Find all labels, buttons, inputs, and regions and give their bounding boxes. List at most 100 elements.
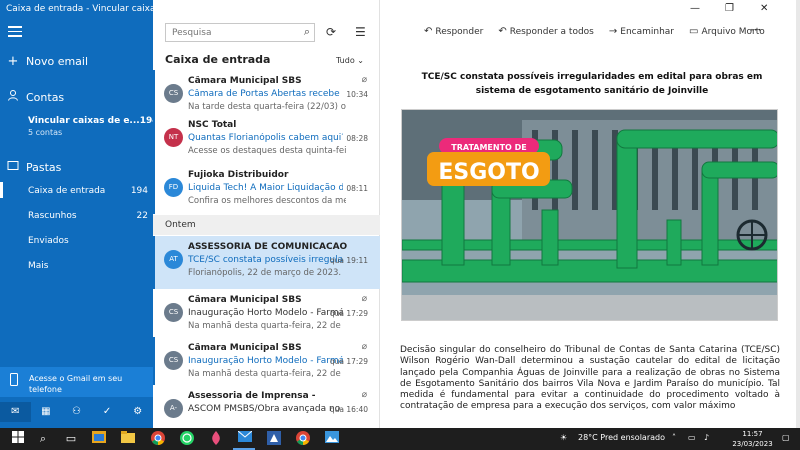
folder-label: Caixa de entrada	[28, 186, 106, 196]
file-explorer-icon[interactable]	[120, 431, 136, 447]
mail-icon[interactable]: ✉	[0, 402, 31, 422]
windows-start-icon[interactable]	[10, 431, 26, 447]
message-row[interactable]: NT NSC Total Quantas Florianópolis cabem a…	[153, 114, 380, 164]
taskbar: ⌕ ▭ ☀ 28°C Pred ensolarado ˄ ▭ ♪ 11:57 2…	[0, 428, 800, 450]
message-time: 08:28	[346, 134, 368, 143]
message-sender: Câmara Municipal SBS	[188, 76, 302, 86]
task-view-icon[interactable]: ▭	[63, 431, 79, 447]
settings-icon[interactable]: ⚙	[122, 402, 153, 422]
folders-label: Pastas	[26, 160, 62, 174]
message-row[interactable]: A- Assessoria de Imprensa - ASCOM PMSBS/Ob…	[153, 385, 380, 429]
hamburger-menu-icon[interactable]	[8, 26, 22, 38]
clock[interactable]: 11:57 23/03/2023	[730, 429, 775, 449]
image-tag-small: TRATAMENTO DE	[451, 143, 526, 152]
folder-sent[interactable]: Enviados	[28, 234, 148, 248]
message-preview: Acesse os destaques desta quinta-feira c	[188, 146, 346, 156]
forward-button[interactable]: → Encaminhar	[609, 26, 674, 37]
avatar: A-	[164, 399, 183, 418]
folder-drafts[interactable]: Rascunhos 22	[28, 209, 148, 223]
volume-icon[interactable]: ♪	[704, 433, 709, 442]
chrome-icon[interactable]	[150, 431, 166, 447]
reply-label: Responder	[435, 26, 484, 37]
message-subject: Quantas Florianópolis cabem aqui? As h	[188, 133, 343, 143]
attachment-icon: ⌀	[361, 75, 367, 85]
message-time: qua 19:11	[329, 256, 368, 265]
message-row[interactable]: AT ASSESSORIA DE COMUNICACAO SC TCE/SC con…	[153, 236, 380, 289]
forward-label: Encaminhar	[620, 26, 675, 37]
filter-label: Tudo	[336, 56, 355, 65]
people-icon[interactable]: ⚇	[61, 402, 92, 422]
select-mode-icon[interactable]: ☰	[355, 25, 366, 39]
message-preview: Na manhã desta quarta-feira, 22 de	[188, 369, 341, 379]
gmail-promo-text: Acesse o Gmail em seu telefone	[29, 374, 123, 394]
folder-selection-indicator	[0, 182, 3, 198]
more-actions-icon[interactable]: ···	[750, 23, 761, 37]
message-subject: TCE/SC constata possíveis irregulari	[188, 255, 343, 265]
whatsapp-icon[interactable]	[179, 431, 195, 447]
linked-inbox-account[interactable]: Vincular caixas de e... 194	[28, 114, 158, 128]
message-sender: Câmara Municipal SBS	[188, 295, 302, 305]
message-subject: Câmara de Portas Abertas recebe alunos	[188, 89, 343, 99]
avatar: AT	[164, 250, 183, 269]
mail-icon[interactable]	[237, 430, 253, 447]
search-input[interactable]	[166, 24, 291, 41]
folder-icon	[0, 160, 26, 175]
calendar-icon[interactable]: ▦	[31, 402, 62, 422]
message-row[interactable]: CS Câmara Municipal SBS Inauguração Horto …	[153, 289, 380, 337]
notification-icon[interactable]: ▢	[782, 433, 790, 442]
reading-pane-scrollbar[interactable]	[796, 0, 800, 428]
filter-dropdown[interactable]: Tudo ⌄	[336, 56, 364, 65]
message-row[interactable]: FD Fujioka Distribuidor Liquida Tech! A Ma…	[153, 164, 380, 214]
folder-inbox[interactable]: Caixa de entrada 194	[28, 184, 148, 198]
search-icon[interactable]: ⌕	[304, 25, 310, 39]
todo-icon[interactable]: ✓	[92, 402, 123, 422]
clock-time: 11:57	[742, 430, 763, 438]
avatar: CS	[164, 303, 183, 322]
message-subject: ASCOM PMSBS/Obra avançada no p	[188, 404, 343, 414]
message-sender: ASSESSORIA DE COMUNICACAO SC	[188, 242, 348, 252]
folder-more[interactable]: Mais	[28, 259, 148, 273]
message-sender: Fujioka Distribuidor	[188, 170, 289, 180]
network-icon[interactable]: ▭	[688, 433, 696, 442]
reply-all-label: Responder a todos	[509, 26, 594, 37]
sidebar-bottom-nav: ✉ ▦ ⚇ ✓ ⚙	[0, 402, 153, 422]
attachment-icon: ⌀	[361, 342, 367, 352]
sync-icon[interactable]: ⟳	[326, 25, 336, 39]
minimize-icon[interactable]: —	[690, 3, 700, 14]
close-icon[interactable]: ✕	[760, 3, 768, 14]
new-email-button[interactable]: + Novo email	[0, 52, 153, 70]
accounts-header[interactable]: Contas	[0, 88, 153, 106]
gmail-promo[interactable]: Acesse o Gmail em seu telefone	[0, 367, 153, 397]
tray-chevron-icon[interactable]: ˄	[672, 433, 676, 442]
message-time: qua 16:40	[329, 405, 368, 414]
unread-indicator	[153, 114, 155, 164]
message-sender: Câmara Municipal SBS	[188, 343, 302, 353]
search-icon[interactable]: ⌕	[35, 431, 51, 447]
archive-icon: ▭	[689, 26, 699, 37]
message-sender: NSC Total	[188, 120, 237, 130]
widgets-icon[interactable]	[91, 431, 107, 447]
message-preview: Confira os melhores descontos da melh	[188, 196, 346, 206]
avatar: FD	[164, 178, 183, 197]
weather-text[interactable]: 28°C Pred ensolarado	[578, 433, 665, 442]
weather-icon[interactable]: ☀	[560, 433, 567, 442]
new-email-label: Novo email	[26, 54, 89, 68]
folder-count: 22	[136, 211, 148, 221]
message-row[interactable]: CS Câmara Municipal SBS Câmara de Portas A…	[153, 70, 380, 120]
app-icon[interactable]	[208, 431, 224, 447]
message-subject: Inauguração Horto Modelo - Farmá	[188, 356, 343, 366]
reply-button[interactable]: ↶ Responder	[424, 26, 483, 37]
search-box[interactable]: ⌕	[165, 23, 315, 42]
chrome-icon[interactable]	[295, 431, 311, 447]
photos-icon[interactable]	[324, 431, 340, 447]
maximize-icon[interactable]: ❐	[725, 3, 734, 14]
linked-account-sub: 5 contas	[28, 128, 63, 137]
reply-all-button[interactable]: ↶ Responder a todos	[498, 26, 594, 37]
mail-app: Caixa de entrada - Vincular caixas de en…	[0, 0, 800, 428]
avatar: NT	[164, 128, 183, 147]
message-row[interactable]: CS Câmara Municipal SBS Inauguração Horto …	[153, 337, 380, 385]
app-icon[interactable]	[266, 431, 282, 447]
email-hero-image: TRATAMENTO DE ESGOTO	[401, 109, 778, 321]
folders-header[interactable]: Pastas	[0, 158, 153, 176]
reply-icon: ↶	[424, 26, 433, 37]
